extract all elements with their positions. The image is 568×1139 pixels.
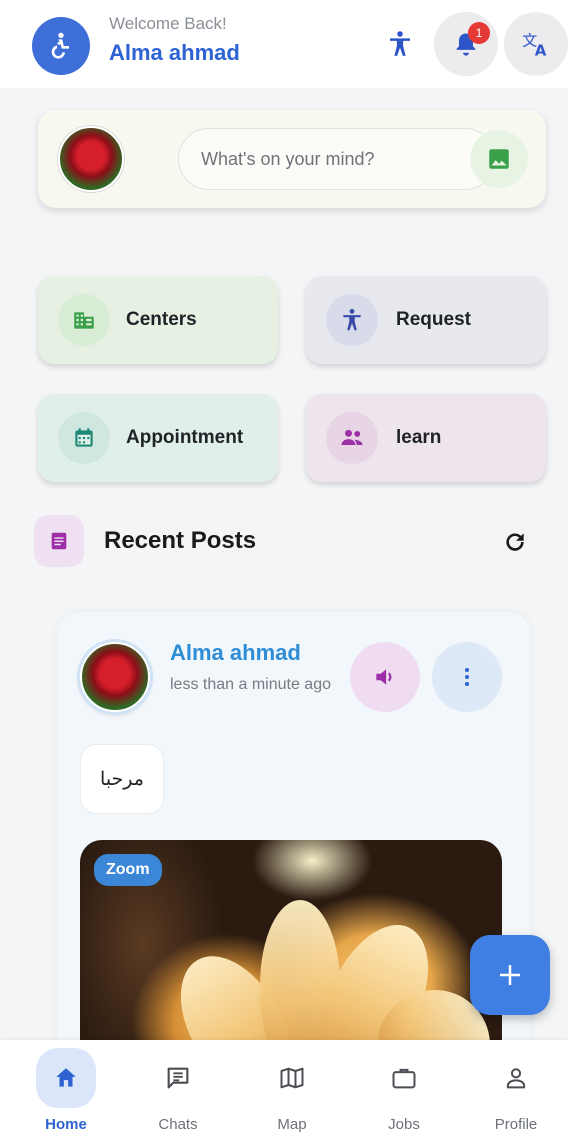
learn-label: learn: [396, 427, 442, 448]
nav-jobs[interactable]: Jobs: [364, 1048, 444, 1138]
nav-jobs-label: Jobs: [388, 1116, 420, 1133]
centers-label: Centers: [126, 309, 197, 330]
post-text: مرحبا: [80, 744, 164, 814]
add-post-fab[interactable]: [470, 935, 550, 1015]
accessibility-button[interactable]: [368, 12, 432, 76]
notifications-button[interactable]: 1: [434, 12, 498, 76]
centers-tile[interactable]: Centers: [38, 276, 278, 364]
nav-profile[interactable]: Profile: [476, 1048, 556, 1138]
zoom-chip[interactable]: Zoom: [94, 854, 162, 886]
home-icon: [36, 1048, 96, 1108]
welcome-text: Welcome Back!: [109, 14, 227, 33]
accessibility-logo-icon: [32, 17, 90, 75]
appointment-label: Appointment: [126, 427, 244, 448]
post-author-avatar[interactable]: [80, 642, 150, 712]
nav-chats-label: Chats: [158, 1116, 198, 1133]
nav-chats[interactable]: Chats: [138, 1048, 218, 1138]
username: Alma ahmad: [109, 40, 240, 65]
learn-tile[interactable]: learn: [306, 394, 546, 482]
post-card: Alma ahmad less than a minute ago مرحبا …: [58, 612, 530, 1052]
post-image[interactable]: Zoom: [80, 840, 502, 1052]
read-aloud-button[interactable]: [350, 642, 420, 712]
briefcase-icon: [374, 1048, 434, 1108]
post-timestamp: less than a minute ago: [170, 676, 331, 693]
chat-icon: [148, 1048, 208, 1108]
person-icon: [486, 1048, 546, 1108]
add-image-button[interactable]: [470, 130, 528, 188]
request-tile[interactable]: Request: [306, 276, 546, 364]
app-header: Welcome Back! Alma ahmad 1 文A: [0, 0, 568, 88]
speaker-icon: [376, 669, 392, 685]
request-label: Request: [396, 309, 471, 330]
notification-badge: 1: [468, 22, 490, 44]
building-icon: [58, 294, 110, 346]
calendar-icon: [58, 412, 110, 464]
accessibility-person-icon: [326, 294, 378, 346]
group-icon: [326, 412, 378, 464]
avatar[interactable]: [58, 126, 124, 192]
translate-button[interactable]: 文A: [504, 12, 568, 76]
translate-icon: 文A: [522, 31, 547, 59]
refresh-icon: [506, 533, 524, 551]
more-vertical-icon: [465, 668, 469, 686]
map-icon: [262, 1048, 322, 1108]
svg-text:A: A: [535, 41, 547, 59]
nav-home-label: Home: [45, 1116, 87, 1133]
nav-home[interactable]: Home: [26, 1048, 106, 1138]
nav-map[interactable]: Map: [252, 1048, 332, 1138]
nav-map-label: Map: [277, 1116, 307, 1133]
recent-posts-title: Recent Posts: [104, 527, 257, 554]
plus-icon: [500, 965, 520, 985]
post-author-name[interactable]: Alma ahmad: [170, 640, 301, 666]
post-more-button[interactable]: [432, 642, 502, 712]
appointment-tile[interactable]: Appointment: [38, 394, 278, 482]
article-icon: [34, 515, 84, 567]
bottom-navigation: Home Chats Map Jobs Profile: [0, 1040, 568, 1139]
whats-on-your-mind-input[interactable]: [178, 128, 496, 190]
nav-profile-label: Profile: [494, 1116, 538, 1133]
image-icon: [489, 149, 509, 169]
accessibility-person-icon: [390, 31, 410, 56]
refresh-button[interactable]: [497, 524, 533, 560]
